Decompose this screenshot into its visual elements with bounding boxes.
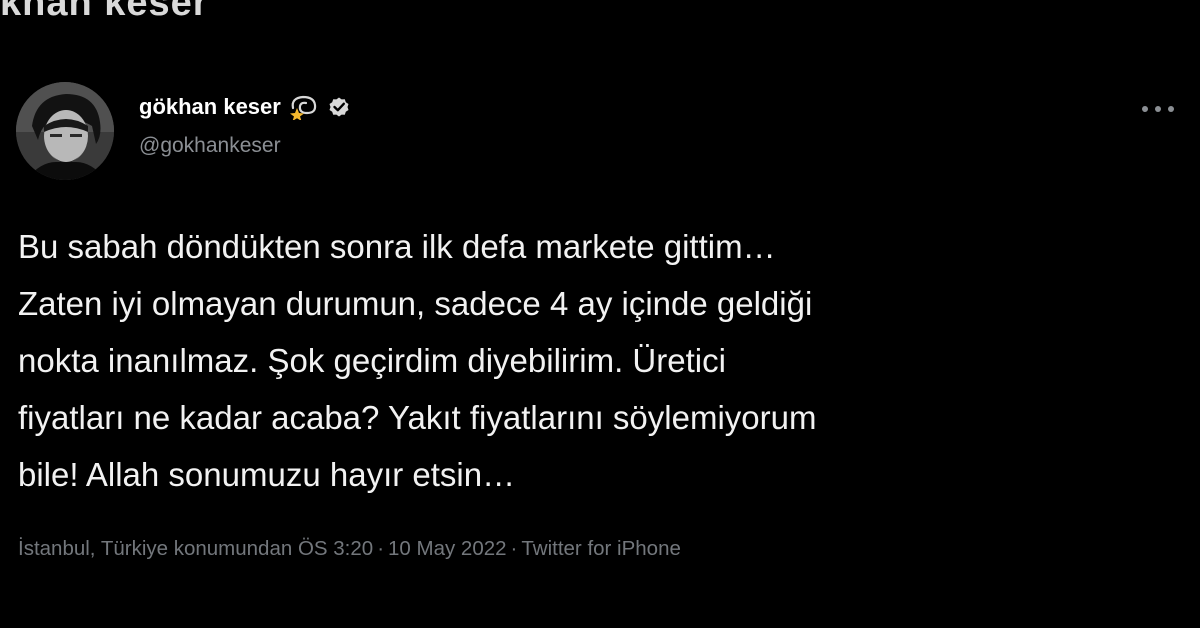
tweet-text: Bu sabah döndükten sonra ilk defa market… (18, 228, 817, 493)
author-display-name[interactable]: gökhan keser (139, 94, 281, 120)
tweet-meta: İstanbul, Türkiye konumundan ÖS 3:20 · 10 … (18, 537, 681, 561)
author-name-row: gökhan keser (139, 94, 351, 120)
avatar-image (16, 82, 114, 180)
meta-separator: · (377, 537, 385, 560)
author-handle[interactable]: @gokhankeser (139, 134, 281, 158)
tweet-time: ÖS 3:20 (297, 537, 374, 560)
tweet-source[interactable]: Twitter for iPhone (521, 537, 681, 560)
dizzy-star-icon (289, 94, 319, 120)
tweet-location: İstanbul, Türkiye konumundan (18, 537, 293, 560)
more-options-button[interactable] (1136, 96, 1180, 122)
verified-badge-icon (327, 95, 351, 119)
top-cropped-header: khan keser (0, 0, 1200, 24)
cropped-header-name: khan keser (0, 0, 209, 24)
tweet-date: 10 May 2022 (388, 537, 507, 560)
more-dots-icon (1142, 106, 1174, 112)
tweet-timestamp[interactable]: ÖS 3:20 · 10 May 2022 (298, 537, 507, 560)
meta-separator: · (510, 537, 518, 560)
avatar[interactable] (16, 82, 114, 180)
